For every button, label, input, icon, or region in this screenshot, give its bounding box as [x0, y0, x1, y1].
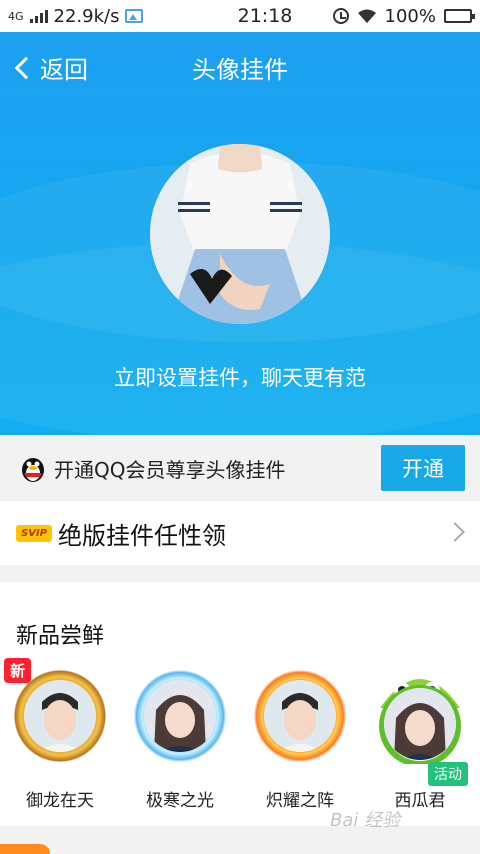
svip-badge: SVIP [16, 524, 52, 542]
fire-ring-icon [252, 668, 348, 764]
open-vip-button[interactable]: 开通 [381, 445, 465, 491]
back-button[interactable]: 返回 [12, 50, 88, 85]
pendant-item[interactable]: 极寒之光 [120, 668, 240, 818]
signal-icon [29, 9, 48, 23]
hot-section-tab [0, 844, 50, 854]
network-speed: 22.9k/s [53, 5, 120, 27]
face-image [24, 680, 96, 752]
section-divider [0, 826, 480, 854]
svip-exclusive-row[interactable]: SVIP 绝版挂件任性领 [0, 501, 480, 565]
network-type: 4G [8, 9, 24, 23]
chevron-left-icon [14, 56, 38, 79]
svip-row-label: 绝版挂件任性领 [58, 521, 226, 550]
status-left: 4G 22.9k/s [8, 6, 198, 27]
watermelon-frame-icon [372, 668, 468, 764]
pendant-item[interactable]: 御龙在天 [0, 668, 120, 818]
banner-tagline: 立即设置挂件，聊天更有范 [114, 366, 366, 390]
battery-icon [444, 9, 475, 23]
avatar-photo [150, 144, 330, 324]
wifi-icon [357, 9, 376, 23]
vip-promo-text: 开通QQ会员尊享头像挂件 [54, 457, 286, 482]
pendant-avatar [264, 680, 336, 752]
screen: 4G 22.9k/s 21:18 100% 返回 头像挂件 立即设置挂件，聊天更… [0, 0, 480, 854]
pendant-label: 极寒之光 [146, 791, 214, 811]
pendant-label: 御龙在天 [26, 791, 94, 811]
back-label: 返回 [40, 56, 88, 84]
status-bar: 4G 22.9k/s 21:18 100% [0, 0, 480, 32]
new-arrivals-section: 新品尝鲜 御龙在天 极寒之光 炽耀之阵 西瓜君 新 活动 [0, 582, 480, 826]
pendant-label: 西瓜君 [394, 791, 446, 811]
event-badge: 活动 [428, 762, 468, 786]
avatar[interactable] [150, 144, 330, 324]
section-title: 新品尝鲜 [16, 624, 105, 649]
face-image [264, 680, 336, 752]
pendant-avatar [24, 680, 96, 752]
pendant-avatar [144, 680, 216, 752]
image-notification-icon [125, 9, 144, 23]
ice-ring-icon [132, 668, 228, 764]
qq-penguin-icon [22, 458, 44, 482]
pendant-avatar [384, 688, 456, 760]
alarm-icon [332, 8, 349, 24]
pendant-label: 炽耀之阵 [266, 791, 334, 811]
header-banner: 返回 头像挂件 立即设置挂件，聊天更有范 [0, 32, 480, 435]
face-image [144, 680, 216, 752]
pendant-item[interactable]: 炽耀之阵 [240, 668, 360, 818]
pendant-item[interactable]: 西瓜君 [360, 668, 480, 818]
new-badge: 新 [4, 658, 32, 683]
watermark: Bai 经验 [330, 810, 401, 831]
face-image [384, 688, 456, 760]
battery-percent: 100% [384, 5, 436, 27]
chevron-right-icon [445, 522, 465, 542]
clock: 21:18 [237, 5, 293, 27]
vip-promo-bar: 开通QQ会员尊享头像挂件 开通 [0, 435, 480, 501]
status-right: 100% [332, 5, 475, 27]
